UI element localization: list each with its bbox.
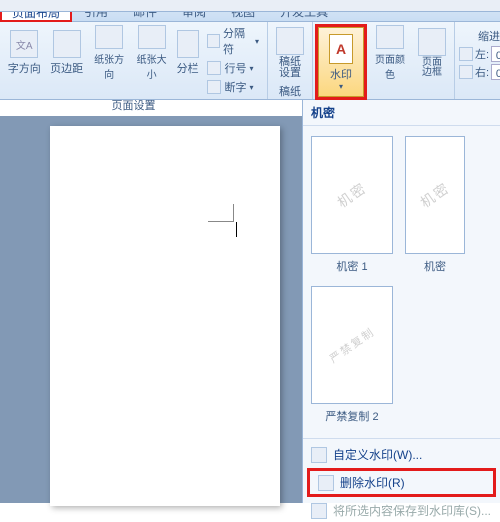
gallery-item-2[interactable]: 机密 机密 [405, 136, 465, 274]
indent-left-input[interactable]: 0 字 [491, 46, 500, 62]
columns-button[interactable]: 分栏 [174, 24, 202, 82]
group-indent: 缩进 左: 0 字 右: 0 字 [455, 22, 500, 99]
group-page-setup: 文A字方向 页边距 纸张方向 纸张大小 分栏 分隔符▾ 行号▾ 断字▾ 页面设置 [0, 22, 268, 99]
breaks-button[interactable]: 分隔符▾ [203, 24, 263, 58]
paper-size-button[interactable]: 纸张大小 [131, 24, 171, 82]
indent-right-icon [459, 65, 473, 79]
hyphenation-icon [207, 80, 221, 94]
gallery-item-1[interactable]: 机密 机密 1 [311, 136, 393, 274]
indent-right-row: 右: 0 字 [459, 64, 500, 80]
group-label-page-setup: 页面设置 [4, 96, 263, 115]
watermark-highlight: A 水印 ▾ [315, 24, 367, 100]
save-watermark-icon [311, 503, 327, 519]
custom-watermark-item[interactable]: 自定义水印(W)... [303, 443, 500, 466]
custom-watermark-icon [311, 447, 327, 463]
remove-watermark-icon [318, 475, 334, 491]
text-cursor [236, 222, 237, 237]
gallery-header: 机密 [303, 100, 500, 126]
indent-left-row: 左: 0 字 [459, 46, 500, 62]
save-watermark-item: 将所选内容保存到水印库(S)... [303, 499, 500, 522]
page-color-button[interactable]: 页面颜色 [370, 24, 410, 82]
paper-orientation-button[interactable]: 纸张方向 [89, 24, 129, 82]
indent-left-icon [459, 47, 473, 61]
page-borders-icon [418, 28, 446, 56]
group-label-paper: 稿纸 [272, 82, 308, 101]
paper-settings-button[interactable]: 稿纸 设置 [272, 24, 308, 82]
line-numbers-icon [207, 61, 221, 75]
line-numbers-button[interactable]: 行号▾ [203, 59, 263, 77]
watermark-icon: A [329, 34, 353, 64]
group-paper: 稿纸 设置 稿纸 [268, 22, 313, 99]
watermark-gallery: 机密 机密 机密 1 机密 机密 严禁复制 严禁复制 2 自定义水印(W)...… [302, 100, 500, 503]
ruler [0, 0, 500, 12]
page-borders-button[interactable]: 页面 边框 [413, 24, 451, 82]
text-direction-button[interactable]: 文A字方向 [4, 24, 44, 82]
indent-right-input[interactable]: 0 字 [491, 64, 500, 80]
gallery-item-3[interactable]: 严禁复制 严禁复制 2 [311, 286, 393, 424]
page-color-icon [376, 25, 404, 49]
document-page[interactable] [50, 126, 280, 506]
margin-corner [208, 204, 234, 222]
hyphenation-button[interactable]: 断字▾ [203, 78, 263, 96]
watermark-button[interactable]: A 水印 ▾ [318, 27, 364, 97]
ribbon-body: 文A字方向 页边距 纸张方向 纸张大小 分栏 分隔符▾ 行号▾ 断字▾ 页面设置… [0, 22, 500, 100]
group-page-background: A 水印 ▾ 页面颜色 页面 边框 [313, 22, 455, 99]
indent-title: 缩进 [459, 28, 500, 44]
margins-button[interactable]: 页边距 [46, 24, 86, 82]
breaks-icon [207, 34, 220, 48]
remove-watermark-highlight: 删除水印(R) [307, 468, 496, 497]
remove-watermark-item[interactable]: 删除水印(R) [310, 471, 493, 494]
